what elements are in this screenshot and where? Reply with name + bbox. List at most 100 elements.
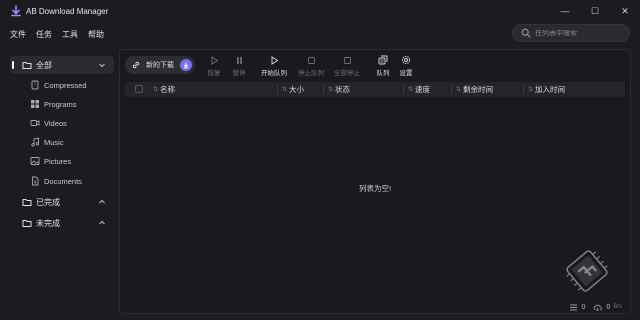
menu-tasks[interactable]: 任务 bbox=[36, 29, 52, 40]
title-bar: AB Download Manager — ☐ ✕ bbox=[0, 0, 640, 22]
stop-queue-button[interactable]: 停止队列 bbox=[294, 53, 328, 77]
downloads-panel: 新的下载 恢复 暂停 开始队列 停止队列 全部停止 队列 设置 ⇅ 名称 ⇅ 大… bbox=[119, 49, 631, 314]
watermark-logo-icon bbox=[566, 250, 608, 292]
play-icon bbox=[209, 55, 219, 65]
sidebar: 全部 Compressed Programs Videos Music Pict… bbox=[10, 52, 114, 312]
pause-icon bbox=[234, 55, 244, 65]
sort-icon: ⇅ bbox=[456, 87, 462, 93]
pause-label: 暂停 bbox=[232, 70, 246, 77]
queues-label: 队列 bbox=[376, 70, 390, 77]
chevron-down-icon[interactable] bbox=[98, 61, 106, 69]
sidebar-item-label: 已完成 bbox=[36, 197, 60, 207]
new-download-label: 新的下载 bbox=[146, 62, 174, 69]
column-status[interactable]: ⇅ 状态 bbox=[328, 82, 350, 97]
cloud-download-icon bbox=[593, 303, 603, 312]
folder-icon bbox=[22, 218, 32, 228]
sidebar-item-label: Programs bbox=[44, 99, 77, 109]
table-header: ⇅ 名称 ⇅ 大小 ⇅ 状态 ⇅ 速度 ⇅ 剩余时间 ⇅ 加入时间 bbox=[125, 82, 625, 97]
start-queue-button[interactable]: 开始队列 bbox=[257, 53, 291, 77]
picture-icon bbox=[30, 156, 40, 166]
sort-icon: ⇅ bbox=[282, 87, 288, 93]
menu-help[interactable]: 帮助 bbox=[88, 29, 104, 40]
sort-icon: ⇅ bbox=[528, 87, 534, 93]
resume-label: 恢复 bbox=[207, 70, 221, 77]
sidebar-item-label: 未完成 bbox=[36, 218, 60, 228]
link-icon bbox=[131, 60, 141, 70]
folder-icon bbox=[22, 197, 32, 207]
column-resize-handle[interactable] bbox=[277, 85, 278, 94]
sidebar-item-programs[interactable]: Programs bbox=[10, 95, 114, 113]
list-icon bbox=[569, 303, 578, 312]
sidebar-item-finished[interactable]: 已完成 bbox=[10, 193, 114, 211]
sidebar-item-label: Music bbox=[44, 137, 64, 147]
sidebar-item-documents[interactable]: Documents bbox=[10, 172, 114, 190]
menu-file[interactable]: 文件 bbox=[10, 29, 26, 40]
speed-unit: B/s bbox=[613, 304, 622, 310]
menu-bar: 文件 任务 工具 帮助 bbox=[0, 24, 114, 44]
menu-tools[interactable]: 工具 bbox=[62, 29, 78, 40]
close-icon: ✕ bbox=[621, 5, 629, 16]
speed-indicator: 0 B/s bbox=[593, 303, 622, 312]
pause-button[interactable]: 暂停 bbox=[222, 53, 256, 77]
gear-icon bbox=[401, 55, 411, 65]
sidebar-item-label: Videos bbox=[44, 118, 67, 128]
column-resize-handle[interactable] bbox=[451, 85, 452, 94]
stop-icon bbox=[306, 55, 316, 65]
close-button[interactable]: ✕ bbox=[610, 0, 640, 22]
search-input[interactable] bbox=[535, 29, 625, 37]
select-all-checkbox[interactable] bbox=[135, 85, 143, 93]
add-download-icon[interactable] bbox=[180, 59, 192, 71]
new-download-button[interactable]: 新的下载 bbox=[125, 56, 195, 74]
minimize-button[interactable]: — bbox=[550, 0, 580, 22]
stop-all-label: 全部停止 bbox=[334, 70, 360, 77]
stop-queue-label: 停止队列 bbox=[298, 70, 324, 77]
sidebar-item-pictures[interactable]: Pictures bbox=[10, 152, 114, 170]
column-resize-handle[interactable] bbox=[403, 85, 404, 94]
programs-icon bbox=[30, 99, 40, 109]
sidebar-item-label: Pictures bbox=[44, 156, 72, 166]
toolbar: 新的下载 恢复 暂停 开始队列 停止队列 全部停止 队列 设置 bbox=[120, 50, 630, 80]
folder-icon bbox=[22, 60, 32, 70]
sidebar-item-label: Compressed bbox=[44, 80, 87, 90]
sidebar-item-compressed[interactable]: Compressed bbox=[10, 76, 114, 94]
column-time-left[interactable]: ⇅ 剩余时间 bbox=[456, 82, 493, 97]
settings-label: 设置 bbox=[399, 70, 413, 77]
document-icon bbox=[30, 176, 40, 186]
active-indicator bbox=[12, 61, 14, 69]
status-bar: 0 0 B/s bbox=[120, 300, 630, 314]
sidebar-item-label: 全部 bbox=[36, 60, 52, 70]
app-logo-icon bbox=[10, 5, 22, 17]
stop-all-button[interactable]: 全部停止 bbox=[330, 53, 364, 77]
maximize-button[interactable]: ☐ bbox=[580, 0, 610, 22]
active-count: 0 bbox=[581, 303, 586, 311]
sidebar-item-unfinished[interactable]: 未完成 bbox=[10, 214, 114, 232]
settings-button[interactable]: 设置 bbox=[389, 53, 423, 77]
column-date-added[interactable]: ⇅ 加入时间 bbox=[528, 82, 565, 97]
sort-icon: ⇅ bbox=[328, 87, 334, 93]
sidebar-item-videos[interactable]: Videos bbox=[10, 114, 114, 132]
sort-icon: ⇅ bbox=[153, 87, 159, 93]
music-icon bbox=[30, 137, 40, 147]
search-box bbox=[512, 24, 630, 42]
chevron-up-icon[interactable] bbox=[98, 219, 106, 227]
start-queue-label: 开始队列 bbox=[261, 70, 287, 77]
empty-list-message: 列表为空! bbox=[358, 184, 392, 193]
column-size[interactable]: ⇅ 大小 bbox=[282, 82, 304, 97]
search-icon bbox=[521, 28, 531, 38]
column-speed[interactable]: ⇅ 速度 bbox=[408, 82, 430, 97]
column-resize-handle[interactable] bbox=[523, 85, 524, 94]
play-icon bbox=[269, 55, 279, 65]
chevron-up-icon[interactable] bbox=[98, 198, 106, 206]
sort-icon: ⇅ bbox=[408, 87, 414, 93]
column-resize-handle[interactable] bbox=[323, 85, 324, 94]
app-title: AB Download Manager bbox=[26, 6, 109, 16]
video-icon bbox=[30, 118, 40, 128]
maximize-icon: ☐ bbox=[590, 5, 600, 16]
queue-icon bbox=[378, 55, 388, 65]
speed-value: 0 bbox=[606, 303, 611, 311]
active-downloads-indicator: 0 bbox=[569, 303, 586, 312]
archive-icon bbox=[30, 80, 40, 90]
sidebar-item-music[interactable]: Music bbox=[10, 133, 114, 151]
sidebar-item-all[interactable]: 全部 bbox=[10, 56, 114, 74]
column-name[interactable]: ⇅ 名称 bbox=[153, 82, 175, 97]
